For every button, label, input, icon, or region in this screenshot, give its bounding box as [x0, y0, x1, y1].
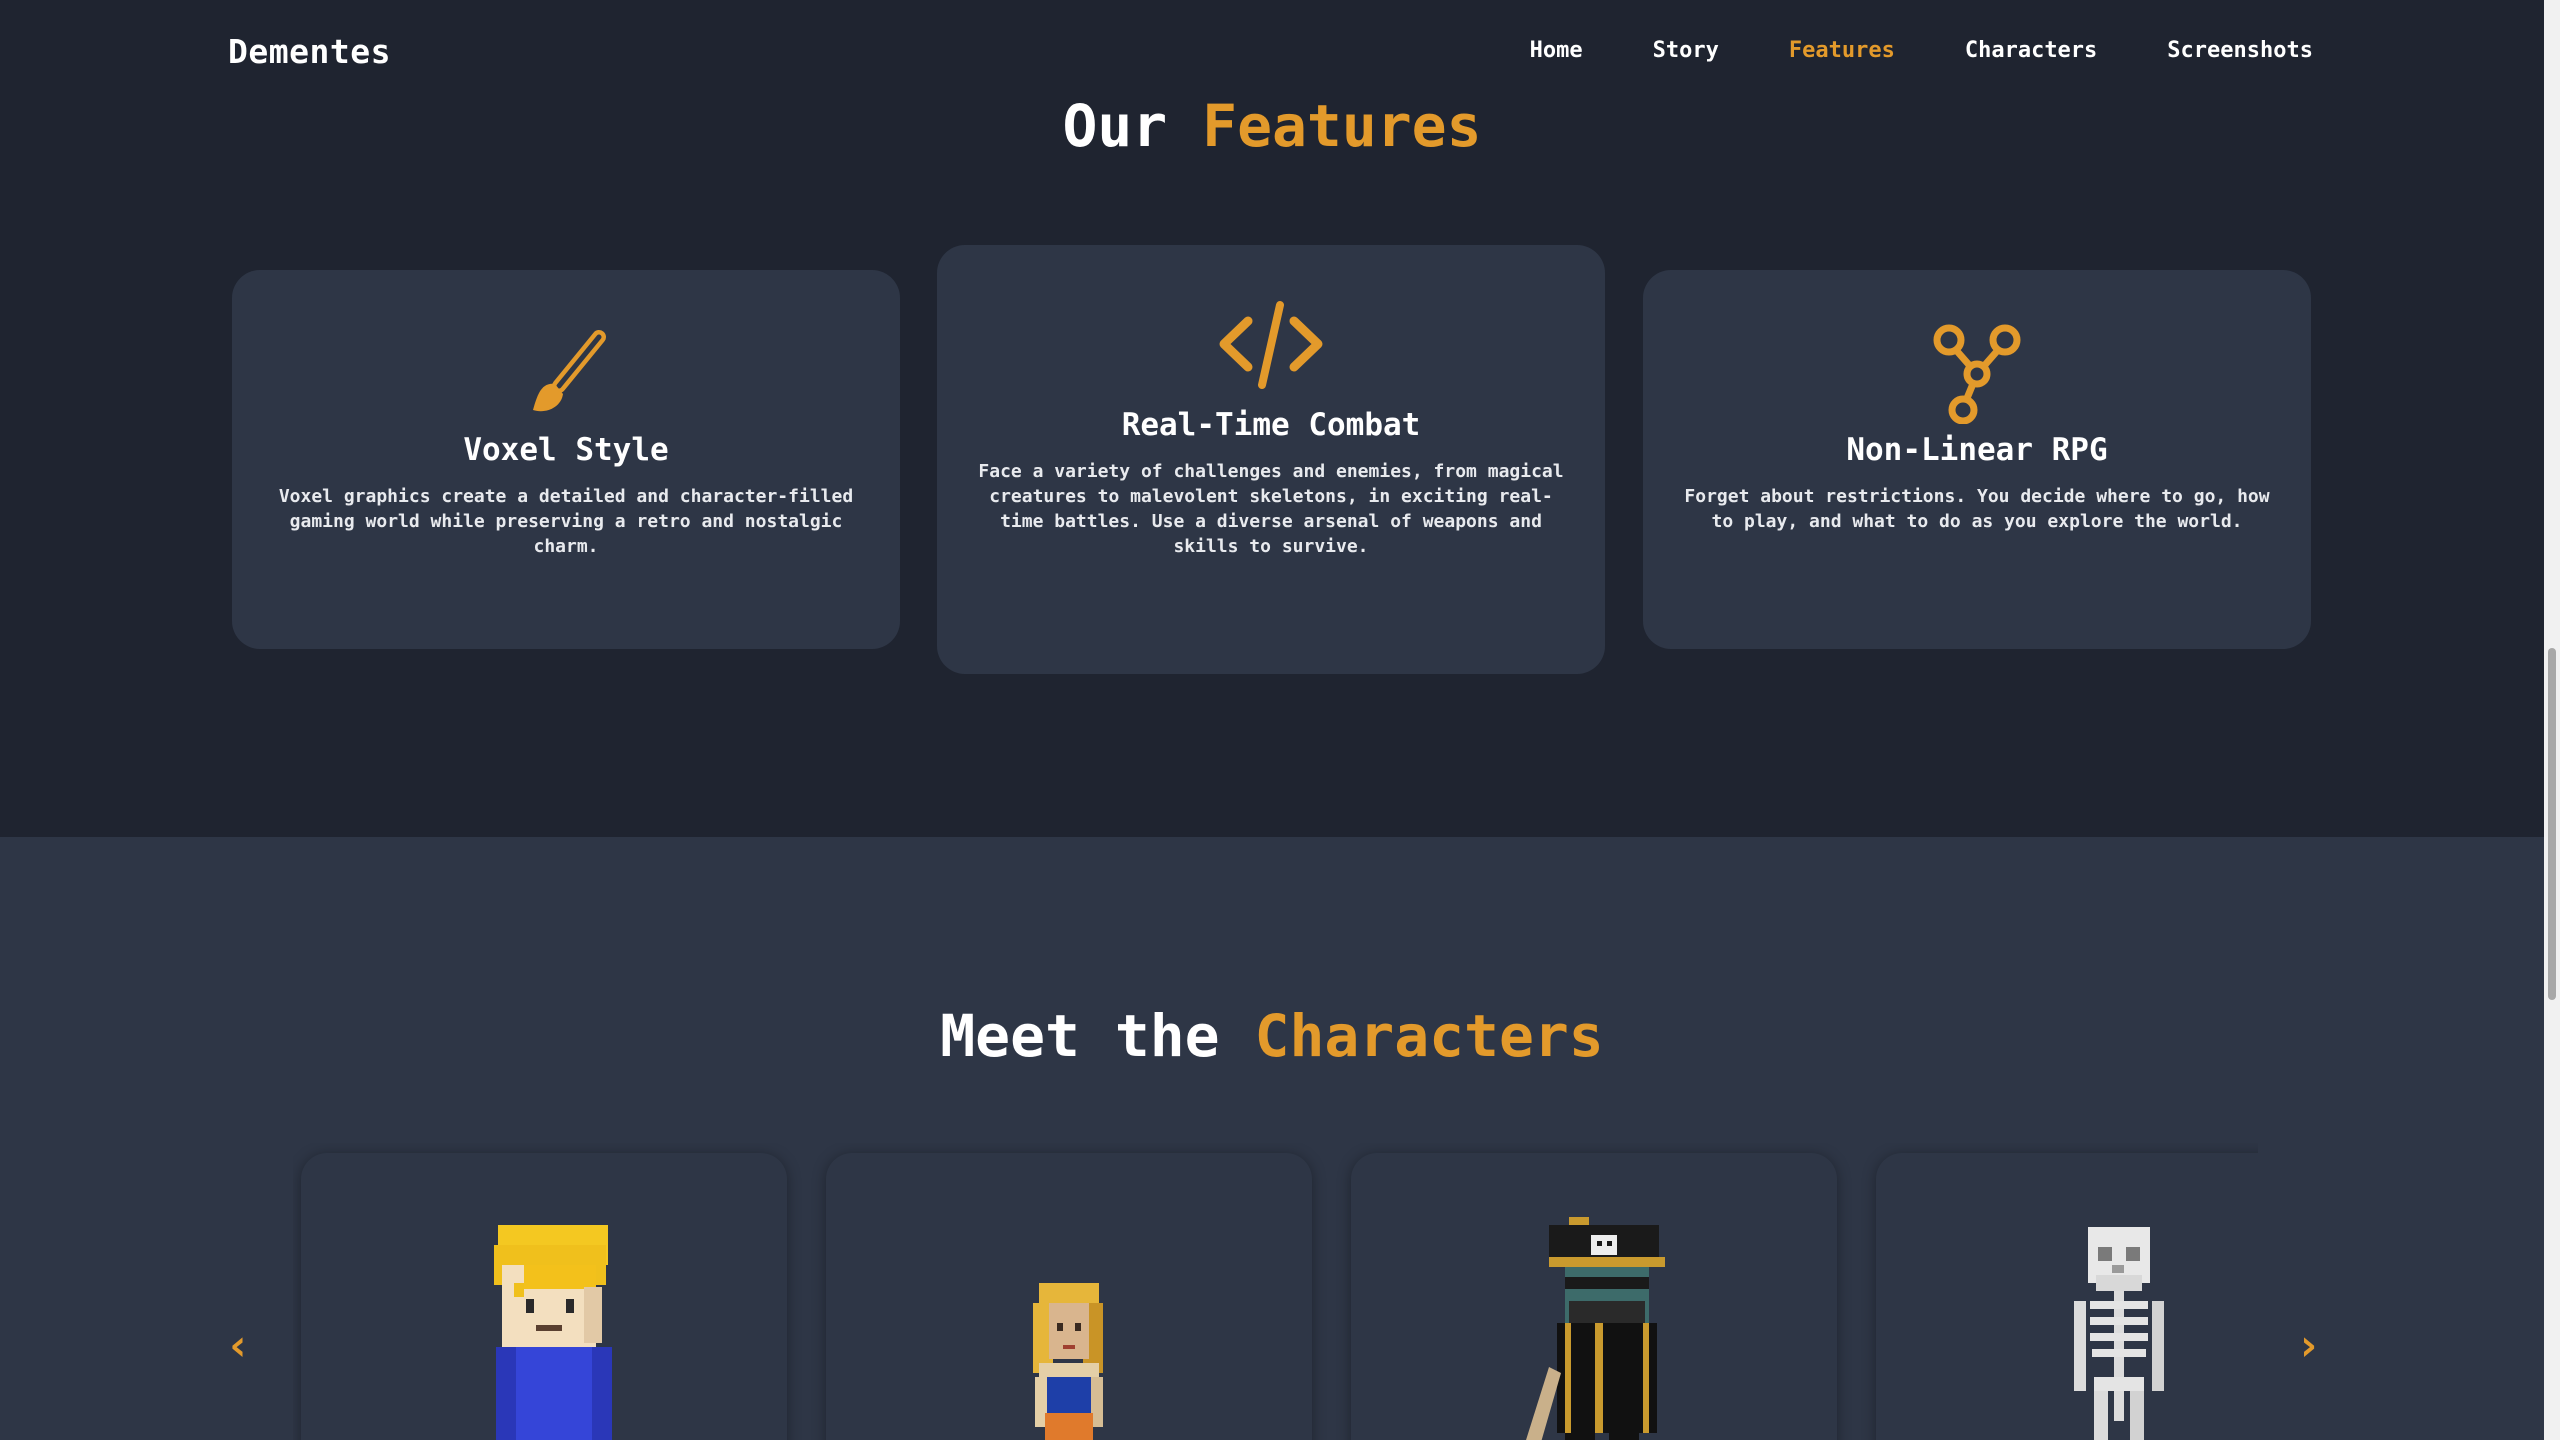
feature-card-non-linear-rpg: Non-Linear RPG Forget about restrictions…	[1643, 270, 2311, 649]
character-card[interactable]	[1351, 1153, 1837, 1440]
nav-link-characters[interactable]: Characters	[1965, 38, 2097, 63]
scrollbar-thumb[interactable]	[2548, 648, 2556, 1000]
feature-card-real-time-combat: Real-Time Combat Face a variety of chall…	[937, 245, 1605, 674]
carousel-prev-button[interactable]: ‹	[225, 1320, 252, 1371]
blonde-boy-voxel-figure	[494, 1225, 612, 1440]
page: Our Features Voxel Style Voxel graphics …	[0, 0, 2544, 1440]
feature-description: Forget about restrictions. You decide wh…	[1684, 486, 2270, 532]
character-card[interactable]	[1876, 1153, 2258, 1440]
top-navbar: Dementes Home Story Features Characters …	[0, 0, 2544, 108]
nav-link-screenshots[interactable]: Screenshots	[2167, 38, 2313, 63]
characters-title-plain: Meet the	[940, 1002, 1220, 1070]
pirate-captain-voxel-figure	[1526, 1217, 1665, 1440]
nav-link-story[interactable]: Story	[1653, 38, 1719, 63]
code-icon	[1219, 301, 1323, 389]
page-scrollbar[interactable]	[2544, 0, 2560, 1440]
nav-links: Home Story Features Characters Screensho…	[1530, 38, 2313, 63]
nav-link-home[interactable]: Home	[1530, 38, 1583, 63]
skeleton-voxel-figure	[2074, 1227, 2164, 1440]
feature-card-voxel-style: Voxel Style Voxel graphics create a deta…	[232, 270, 900, 649]
characters-section: Meet the Characters	[0, 837, 2544, 1440]
character-card[interactable]	[826, 1153, 1312, 1440]
paintbrush-icon	[533, 330, 606, 412]
characters-carousel	[293, 1143, 2258, 1440]
nav-link-features[interactable]: Features	[1789, 38, 1895, 63]
feature-title: Voxel Style	[463, 432, 669, 468]
feature-title: Real-Time Combat	[1121, 407, 1421, 443]
brand-logo[interactable]: Dementes	[228, 32, 391, 71]
characters-title-accent: Characters	[1254, 1002, 1604, 1070]
character-card[interactable]	[301, 1153, 787, 1440]
features-section: Our Features Voxel Style Voxel graphics …	[0, 0, 2544, 837]
branches-icon	[1933, 324, 2021, 424]
feature-description: Voxel graphics create a detailed and cha…	[278, 486, 854, 557]
feature-title: Non-Linear RPG	[1846, 432, 2108, 468]
carousel-next-button[interactable]: ›	[2295, 1320, 2322, 1371]
feature-description: Face a variety of challenges and enemies…	[978, 461, 1564, 557]
blonde-girl-voxel-figure	[1033, 1283, 1103, 1440]
characters-title: Meet the Characters	[0, 1002, 2544, 1070]
